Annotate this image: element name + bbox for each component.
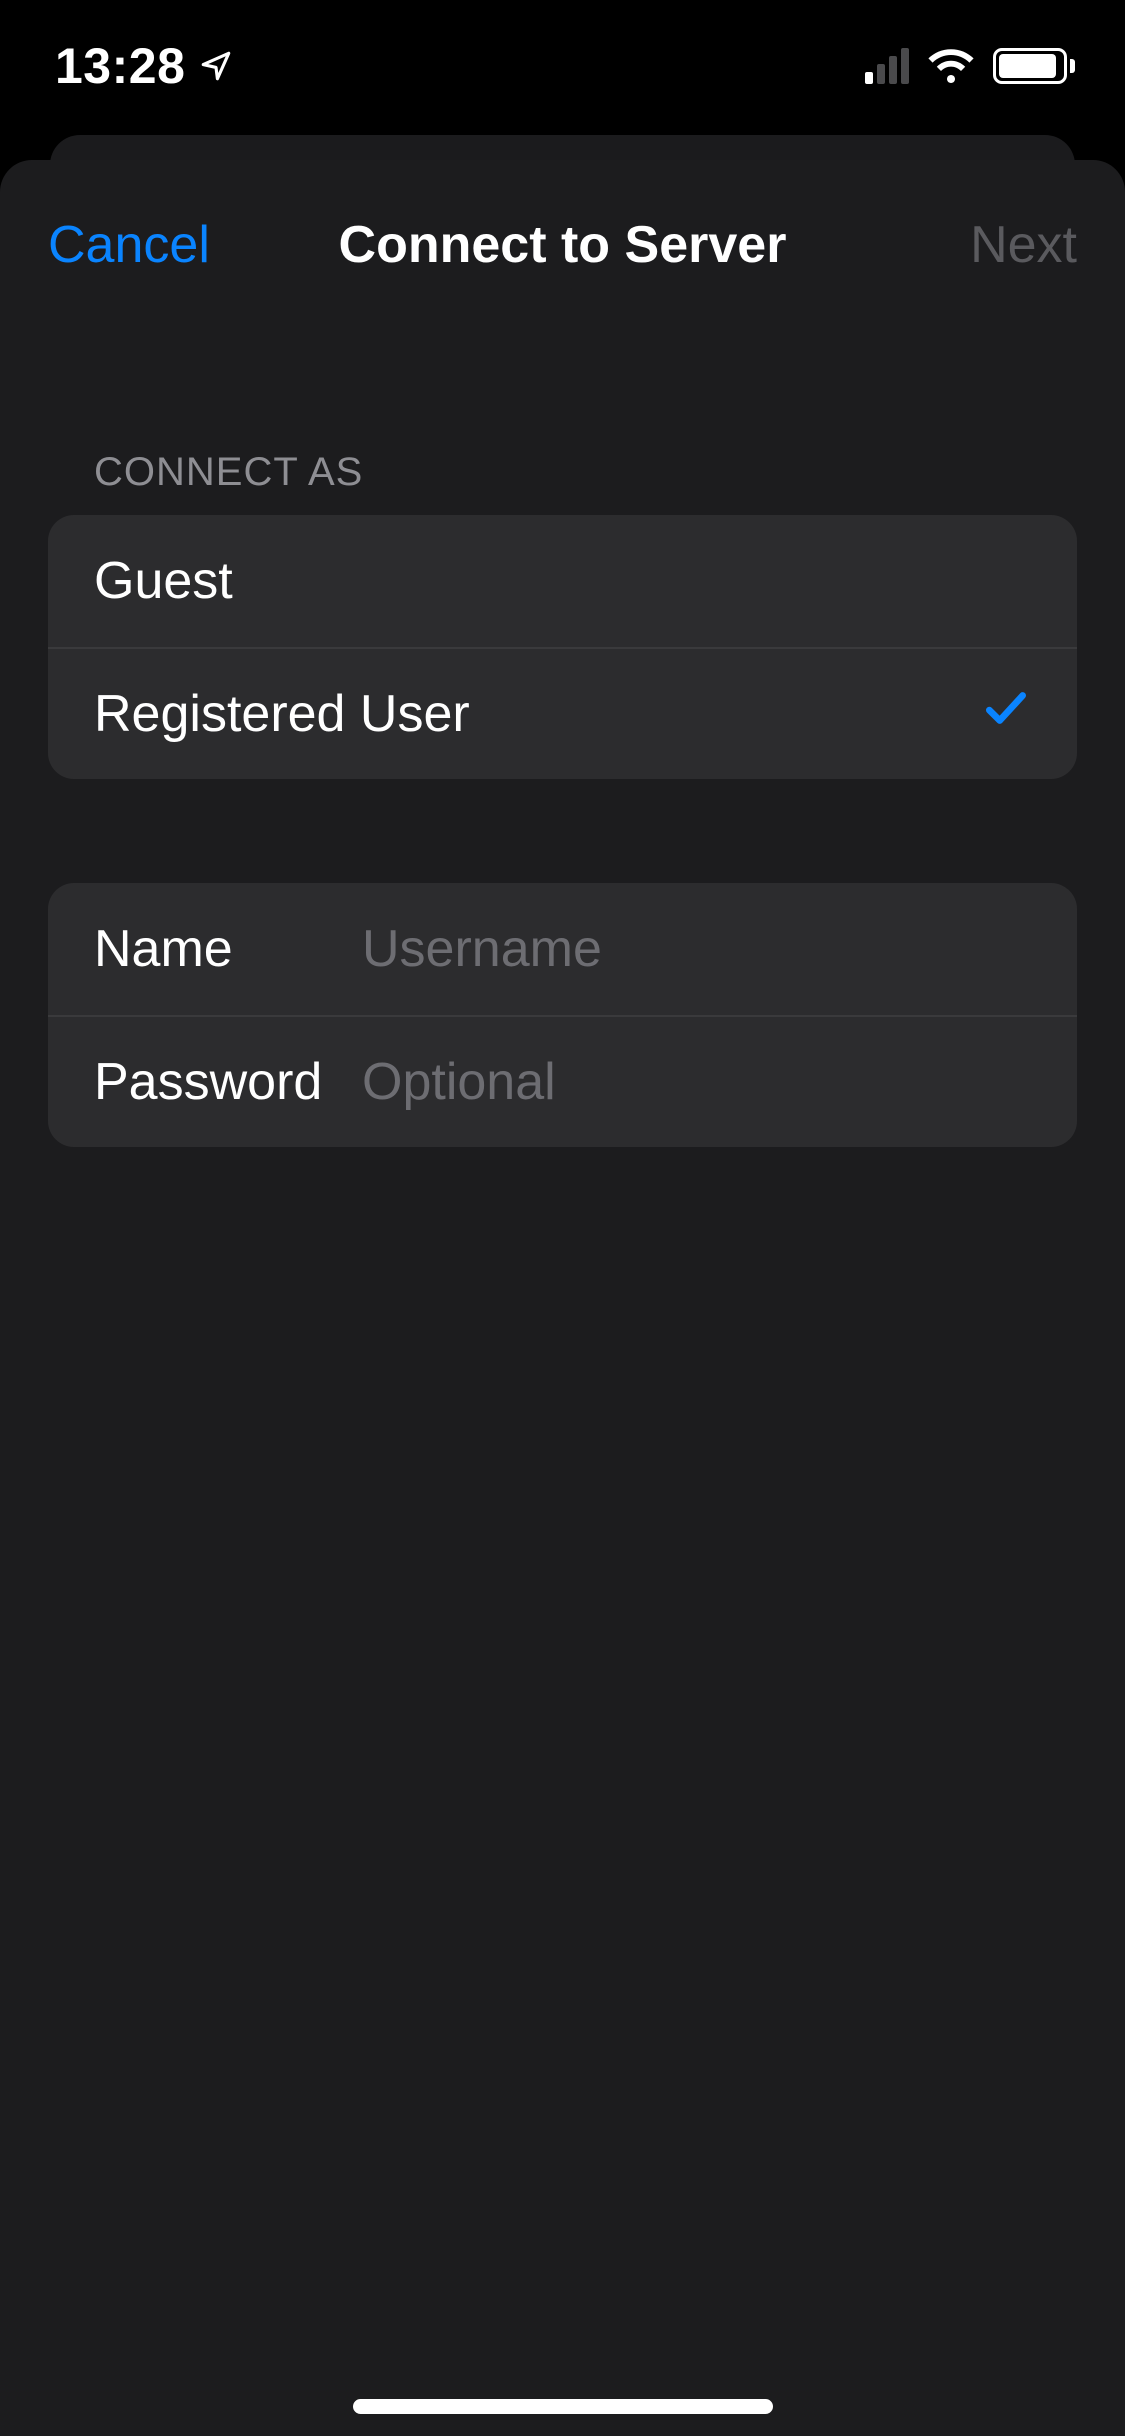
navbar: Cancel Connect to Server Next xyxy=(0,160,1125,330)
connect-as-registered-label: Registered User xyxy=(94,684,470,744)
connect-as-group: Guest Registered User xyxy=(48,515,1077,779)
sheet-content: Connect As Guest Registered User Name xyxy=(0,330,1125,1147)
cancel-button[interactable]: Cancel xyxy=(48,215,210,275)
wifi-icon xyxy=(927,46,975,86)
next-button[interactable]: Next xyxy=(970,215,1077,275)
connect-as-header: Connect As xyxy=(94,450,1077,495)
status-bar-right xyxy=(865,46,1075,86)
cellular-signal-icon xyxy=(865,48,909,84)
connect-as-guest-label: Guest xyxy=(94,551,233,611)
name-field-row: Name xyxy=(48,883,1077,1015)
status-bar: 13:28 xyxy=(0,0,1125,132)
credentials-group: Name Password xyxy=(48,883,1077,1147)
name-input[interactable] xyxy=(362,919,1031,979)
password-field-label: Password xyxy=(94,1052,362,1112)
connect-as-guest-row[interactable]: Guest xyxy=(48,515,1077,647)
connect-as-registered-row[interactable]: Registered User xyxy=(48,647,1077,779)
home-indicator[interactable] xyxy=(353,2399,773,2414)
name-field-label: Name xyxy=(94,919,362,979)
password-input[interactable] xyxy=(362,1052,1031,1112)
status-time: 13:28 xyxy=(55,37,185,95)
modal-sheet: Cancel Connect to Server Next Connect As… xyxy=(0,160,1125,2436)
location-icon xyxy=(199,49,233,83)
status-bar-left: 13:28 xyxy=(55,37,233,95)
checkmark-icon xyxy=(981,683,1031,746)
battery-icon xyxy=(993,48,1075,84)
password-field-row: Password xyxy=(48,1015,1077,1147)
